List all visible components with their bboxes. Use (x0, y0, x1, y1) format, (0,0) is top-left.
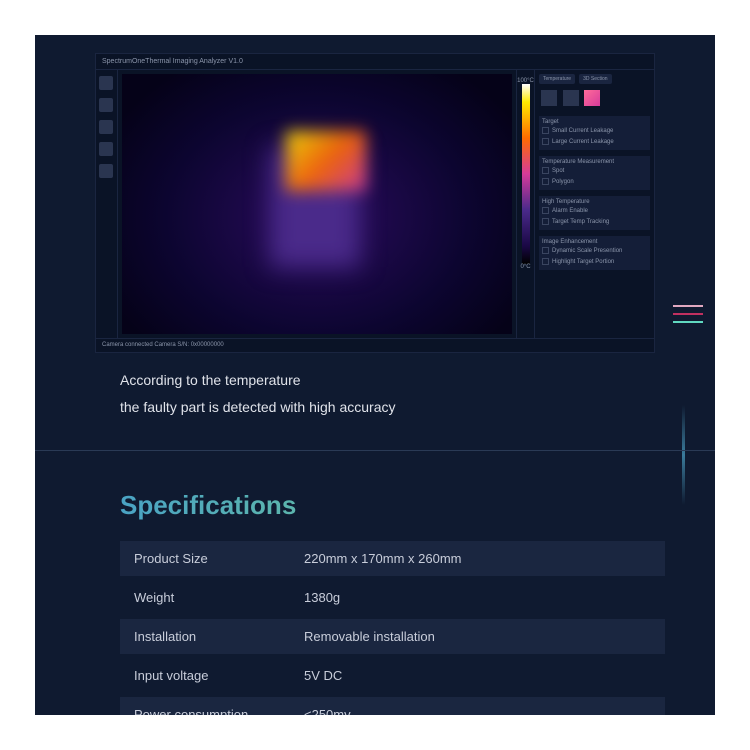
tool-rect-icon[interactable] (99, 142, 113, 156)
thermal-app-window: SpectrumOneThermal Imaging Analyzer V1.0… (95, 53, 655, 353)
option-label: Spot (552, 168, 564, 174)
spec-value: <250mv (304, 707, 351, 715)
checkbox[interactable] (542, 178, 549, 185)
left-toolbar (96, 70, 118, 338)
checkbox[interactable] (542, 138, 549, 145)
option-label: Dynamic Scale Presention (552, 248, 622, 254)
option-label: Small Current Leakage (552, 128, 613, 134)
checkbox[interactable] (542, 258, 549, 265)
spec-label: Installation (134, 629, 304, 644)
tool-cursor-icon[interactable] (99, 76, 113, 90)
tool-spot-icon[interactable] (99, 120, 113, 134)
palette-swatch-active[interactable] (584, 90, 600, 106)
spec-label: Product Size (134, 551, 304, 566)
vertical-accent-line (682, 405, 685, 505)
spec-row: Power consumption <250mv (120, 697, 665, 715)
tool-text-icon[interactable] (99, 98, 113, 112)
decorative-lines (673, 305, 703, 323)
spec-value: 5V DC (304, 668, 342, 683)
specs-heading: Specifications (120, 490, 665, 521)
decor-line (673, 321, 703, 323)
checkbox[interactable] (542, 127, 549, 134)
caption-line2: the faulty part is detected with high ac… (120, 394, 395, 421)
checkbox[interactable] (542, 247, 549, 254)
decor-line (673, 305, 703, 307)
spec-value: 220mm x 170mm x 260mm (304, 551, 462, 566)
checkbox[interactable] (542, 167, 549, 174)
option-label: Alarm Enable (552, 208, 588, 214)
panel-tab[interactable]: Temperature (539, 74, 575, 84)
spec-value: 1380g (304, 590, 340, 605)
option-label: Large Current Leakage (552, 139, 614, 145)
checkbox[interactable] (542, 207, 549, 214)
horizontal-divider (35, 450, 715, 451)
spec-label: Power consumption (134, 707, 304, 715)
caption: According to the temperature the faulty … (120, 367, 395, 420)
spec-row: Weight 1380g (120, 580, 665, 615)
scale-bottom: 0°C (520, 264, 530, 270)
tool-reset-icon[interactable] (99, 164, 113, 178)
option-label: Highlight Target Portion (552, 259, 614, 265)
decor-line (673, 313, 703, 315)
option-label: Target Temp Tracking (552, 219, 609, 225)
palette-swatch[interactable] (563, 90, 579, 106)
checkbox[interactable] (542, 218, 549, 225)
spec-row: Input voltage 5V DC (120, 658, 665, 693)
spec-label: Input voltage (134, 668, 304, 683)
color-scale: 100°C 0°C (516, 70, 534, 338)
scale-gradient (522, 84, 530, 264)
palette-swatch[interactable] (541, 90, 557, 106)
thermal-image-view[interactable] (122, 74, 512, 334)
thermal-hotspot (286, 131, 366, 191)
spec-label: Weight (134, 590, 304, 605)
product-page: SpectrumOneThermal Imaging Analyzer V1.0… (35, 35, 715, 715)
status-bar: Camera connected Camera S/N: 0x00000000 (96, 338, 654, 352)
caption-line1: According to the temperature (120, 367, 395, 394)
panel-tab[interactable]: 3D Section (579, 74, 611, 84)
settings-panel: Temperature 3D Section Target Small Curr… (534, 70, 654, 338)
app-title: SpectrumOneThermal Imaging Analyzer V1.0 (96, 54, 654, 70)
option-label: Polygon (552, 179, 574, 185)
spec-value: Removable installation (304, 629, 435, 644)
spec-row: Product Size 220mm x 170mm x 260mm (120, 541, 665, 576)
spec-row: Installation Removable installation (120, 619, 665, 654)
specifications-section: Specifications Product Size 220mm x 170m… (120, 490, 665, 715)
